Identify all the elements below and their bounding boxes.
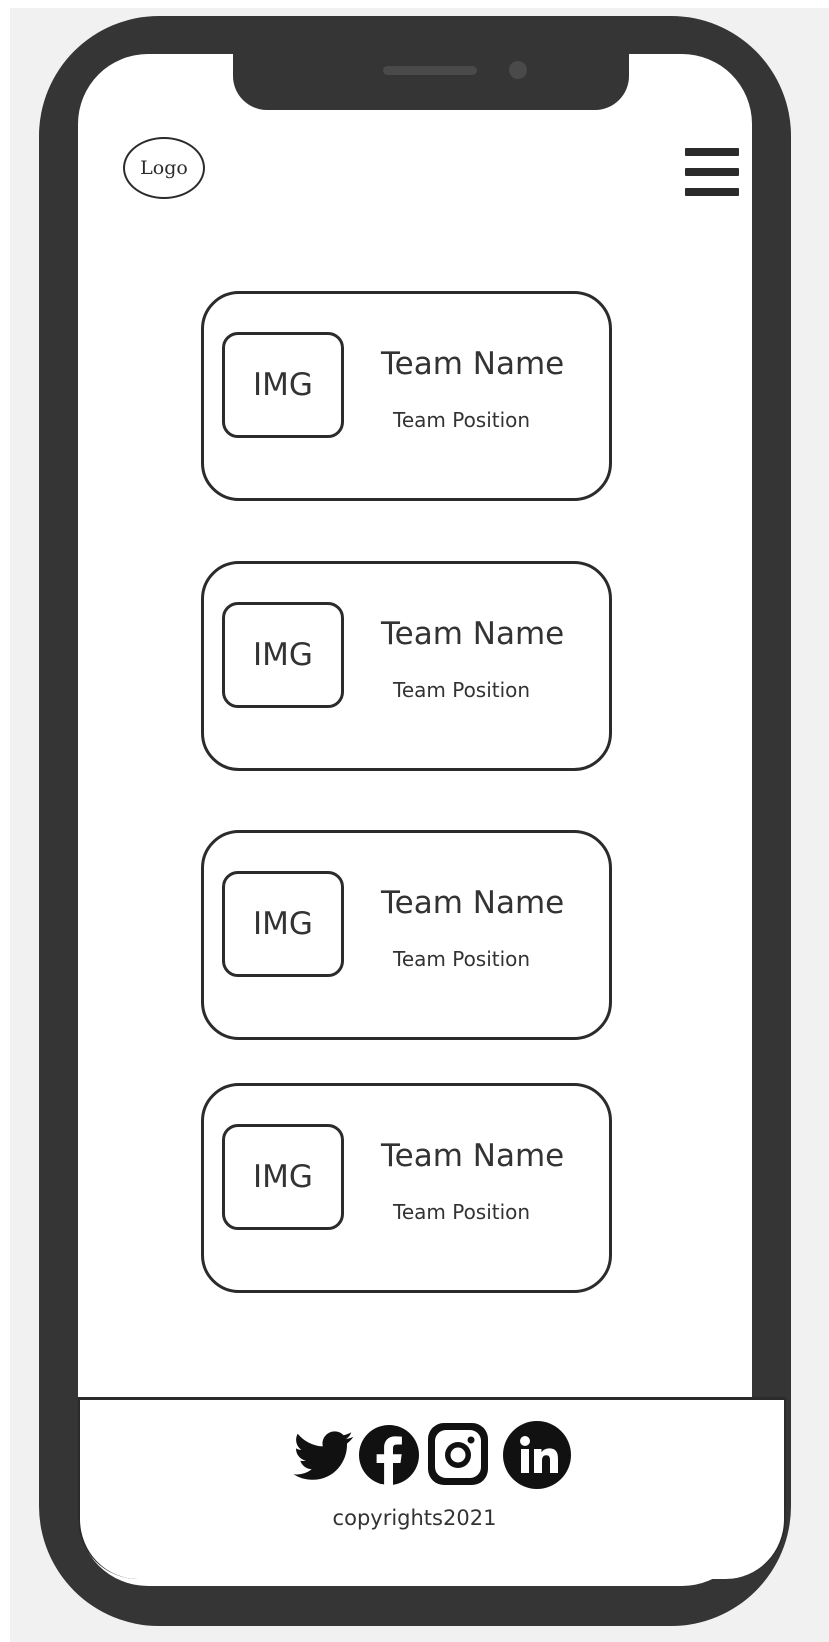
team-member-name: Team Name	[381, 1138, 565, 1174]
mockup-canvas: Logo IMG Team Name Team Position IMG Tea…	[0, 0, 829, 1642]
copyright-text: copyrights2021	[332, 1506, 497, 1530]
team-member-image: IMG	[222, 1124, 344, 1230]
instagram-icon[interactable]	[425, 1419, 491, 1489]
team-member-position: Team Position	[393, 947, 531, 971]
team-member-name: Team Name	[381, 885, 565, 921]
facebook-icon[interactable]	[357, 1419, 421, 1489]
menu-bar	[685, 188, 739, 196]
team-member-position: Team Position	[393, 408, 531, 432]
team-member-image: IMG	[222, 332, 344, 438]
team-member-position: Team Position	[393, 1200, 531, 1224]
menu-bar	[685, 148, 739, 156]
team-member-position: Team Position	[393, 678, 531, 702]
team-member-name: Team Name	[381, 616, 565, 652]
logo[interactable]: Logo	[123, 137, 205, 199]
menu-bar	[685, 168, 739, 176]
phone-notch	[233, 38, 629, 110]
team-card[interactable]: IMG Team Name Team Position	[201, 1083, 612, 1293]
team-member-image: IMG	[222, 602, 344, 708]
team-member-name: Team Name	[381, 346, 565, 382]
team-member-image: IMG	[222, 871, 344, 977]
team-card[interactable]: IMG Team Name Team Position	[201, 291, 612, 501]
twitter-icon[interactable]	[291, 1419, 355, 1489]
front-camera	[509, 61, 527, 79]
hamburger-menu-icon[interactable]	[685, 148, 739, 196]
phone-screen	[78, 54, 752, 1586]
team-card[interactable]: IMG Team Name Team Position	[201, 561, 612, 771]
speaker-grille	[383, 66, 477, 75]
team-card[interactable]: IMG Team Name Team Position	[201, 830, 612, 1040]
linkedin-icon[interactable]	[500, 1419, 574, 1489]
